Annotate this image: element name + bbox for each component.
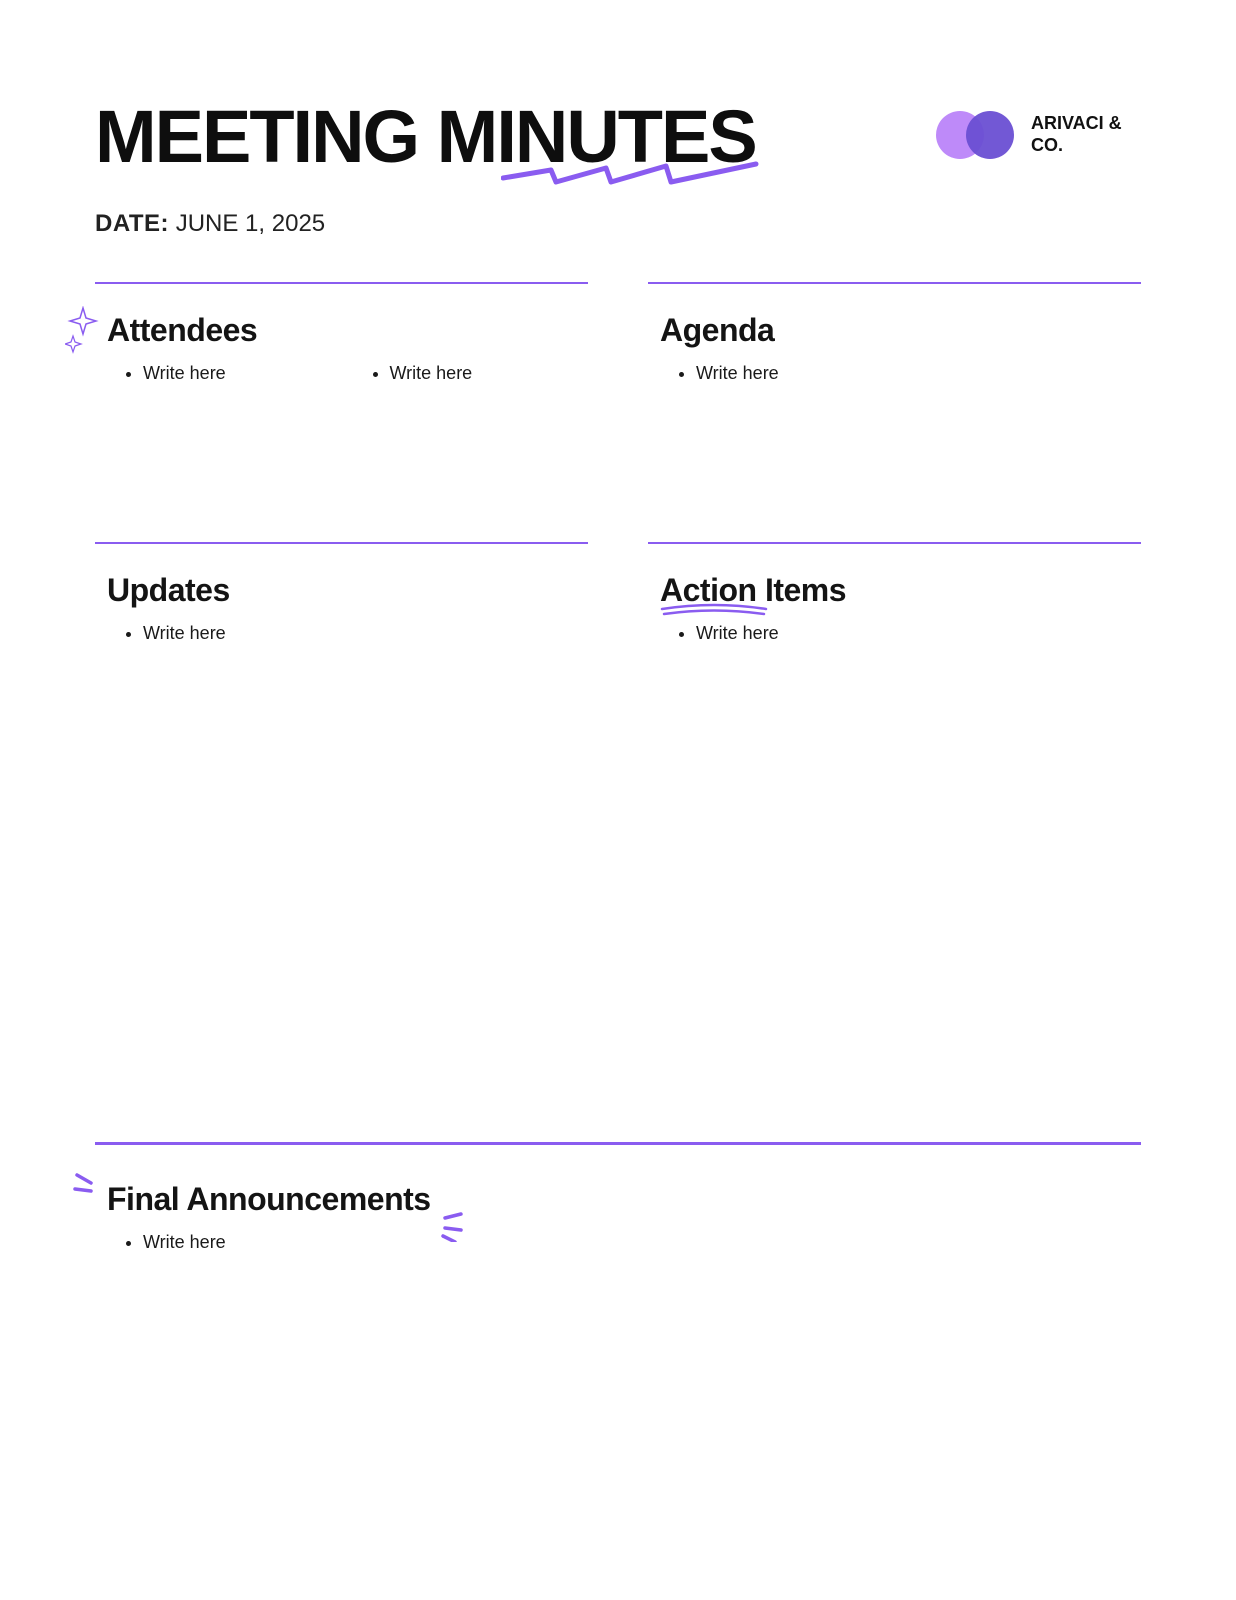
section-title-final: Final Announcements xyxy=(107,1181,431,1218)
section-attendees: Attendees Write here Write here xyxy=(95,282,588,502)
list-item: Write here xyxy=(143,623,588,644)
list-item: Write here xyxy=(143,363,342,384)
attendee-list-1: Write here xyxy=(143,363,342,390)
header: MEETING MINUTES ARIVACI & CO. xyxy=(95,100,1141,174)
items-word: Items xyxy=(765,572,846,608)
section-final-announcements: Final Announcements Write here xyxy=(95,1142,1141,1253)
scribble-icon xyxy=(501,160,761,190)
section-agenda: Agenda Write here xyxy=(648,282,1141,502)
divider xyxy=(648,282,1141,284)
date-value: JUNE 1, 2025 xyxy=(176,210,325,237)
company-name: ARIVACI & CO. xyxy=(1031,113,1141,156)
dash-icon xyxy=(435,1212,465,1242)
attendee-list-2: Write here xyxy=(390,363,589,390)
section-updates: Updates Write here xyxy=(95,542,588,1102)
section-title-agenda: Agenda xyxy=(660,312,774,349)
divider xyxy=(95,542,588,544)
section-title-action-items: Action Items xyxy=(660,572,846,609)
divider xyxy=(95,1142,1141,1145)
list-item: Write here xyxy=(390,363,589,384)
section-title-updates: Updates xyxy=(107,572,230,609)
date-line: DATE: JUNE 1, 2025 xyxy=(95,210,1141,238)
updates-list: Write here xyxy=(143,623,588,644)
list-item: Write here xyxy=(696,623,1141,644)
divider xyxy=(95,282,588,284)
list-item: Write here xyxy=(696,363,1141,384)
underline-scribble-icon xyxy=(660,603,768,617)
dash-icon xyxy=(73,1169,103,1199)
divider xyxy=(648,542,1141,544)
action-items-list: Write here xyxy=(696,623,1141,644)
logo-block: ARIVACI & CO. xyxy=(936,110,1141,160)
sparkle-icon xyxy=(65,306,105,354)
section-title-attendees: Attendees xyxy=(107,312,257,349)
agenda-list: Write here xyxy=(696,363,1141,384)
list-item: Write here xyxy=(143,1232,1141,1253)
date-label: DATE: xyxy=(95,210,169,237)
final-list: Write here xyxy=(143,1232,1141,1253)
title-block: MEETING MINUTES xyxy=(95,100,756,174)
logo-icon xyxy=(936,110,1016,160)
section-action-items: Action Items Write here xyxy=(648,542,1141,1102)
